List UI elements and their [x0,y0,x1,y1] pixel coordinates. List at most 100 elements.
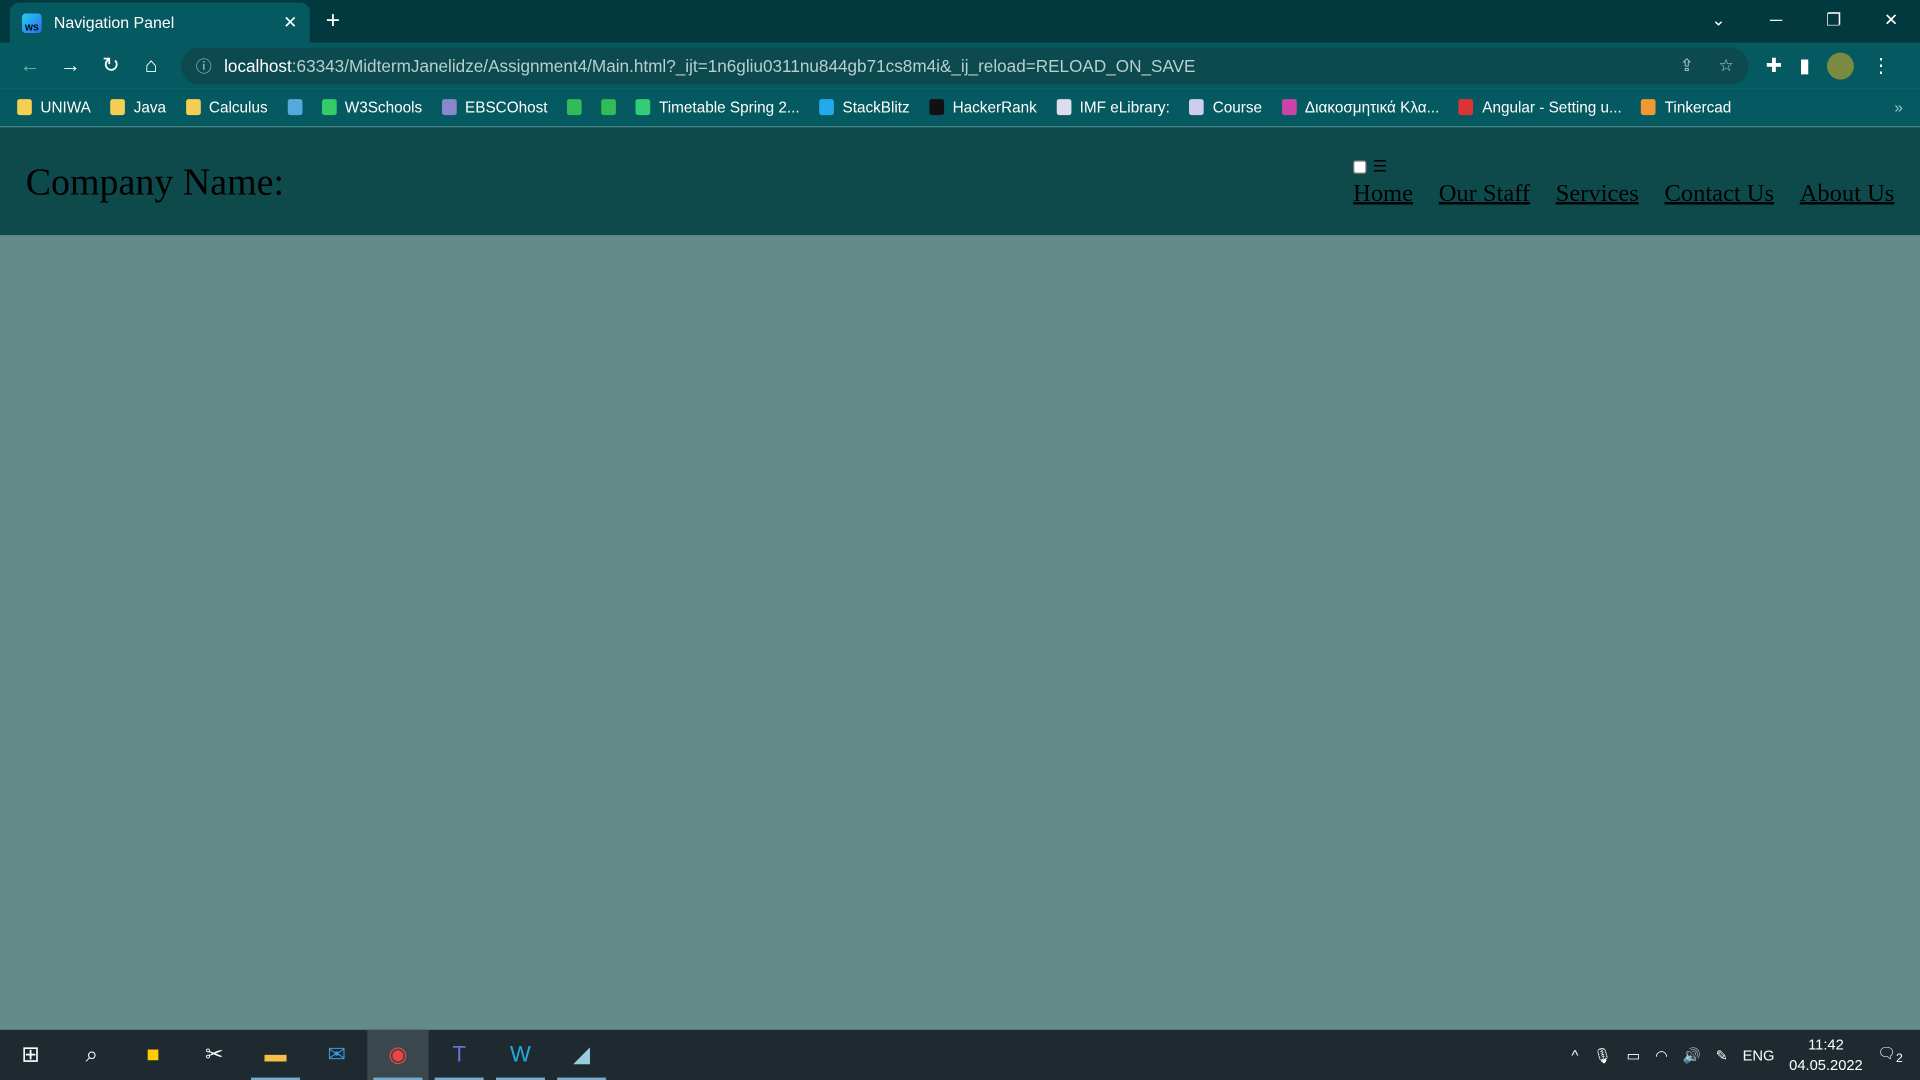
bookmark-item[interactable] [567,99,582,116]
bookmark-item[interactable]: Java [110,99,166,116]
app-icon[interactable]: ◢ [551,1030,612,1080]
time: 11:42 [1808,1035,1844,1053]
close-window-button[interactable]: ✕ [1862,9,1920,30]
date: 04.05.2022 [1789,1056,1863,1074]
language[interactable]: ENG [1743,1046,1775,1063]
new-tab-button[interactable]: + [326,7,340,35]
sticky-notes-icon[interactable]: ■ [122,1030,183,1080]
mail-icon[interactable]: ✉ [306,1030,367,1080]
share-icon[interactable]: ⇪ [1680,55,1694,76]
bookmark-star-icon[interactable]: ☆ [1719,55,1734,76]
main-nav: ☰ Home Our Staff Services Contact Us Abo… [1353,157,1895,208]
bookmark-item[interactable]: Διακοσμητικά Κλα... [1281,98,1440,116]
bookmark-item[interactable]: IMF eLibrary: [1056,98,1170,116]
bookmark-icon [819,99,834,116]
company-name: Company Name: [25,160,285,204]
tab-search-icon[interactable]: ⌄ [1690,9,1748,30]
webstorm-taskbar-icon[interactable]: W [490,1030,551,1080]
bookmark-icon [1281,99,1297,116]
bookmark-item[interactable] [601,99,617,116]
bookmark-item[interactable]: Calculus [185,98,268,116]
notifications-icon[interactable]: 🗨2 [1877,1044,1902,1065]
battery-icon[interactable]: ▭ [1626,1046,1640,1063]
bookmark-label: Course [1212,98,1263,116]
tray-chevron-icon[interactable]: ^ [1572,1046,1579,1063]
search-icon[interactable]: ⌕ [61,1030,122,1080]
bookmark-icon [441,99,457,116]
browser-toolbar: ← → ↻ ⌂ ⓘ localhost:63343/MidtermJanelid… [0,42,1920,89]
nav-contact-us[interactable]: Contact Us [1664,180,1774,208]
bookmark-label: UNIWA [40,98,91,116]
restore-button[interactable]: ❐ [1805,9,1863,30]
bookmark-icon [929,99,945,116]
bookmarks-bar: UNIWA Java Calculus W3Schools EBSCOhost Timet… [0,88,1920,128]
bookmark-item[interactable]: Timetable Spring 2... [635,98,800,116]
wifi-icon[interactable]: ◠ [1655,1046,1668,1063]
site-header: Company Name: ☰ Home Our Staff Services … [0,127,1920,236]
bookmark-label: Angular - Setting u... [1482,98,1622,116]
bookmark-label: Timetable Spring 2... [658,98,800,116]
bookmark-label: Διακοσμητικά Κλα... [1304,98,1440,116]
minimize-button[interactable]: ─ [1747,10,1805,30]
bookmark-label: W3Schools [344,98,423,116]
bookmark-icon [1189,99,1205,116]
taskbar: ⊞ ⌕ ■ ✂ ▬ ✉ ◉ T W ◢ ^ 🎙 ▭ ◠ 🔊 ✎ ENG 11:4… [0,1029,1920,1080]
side-panel-icon[interactable]: ▮ [1799,53,1810,77]
nav-home[interactable]: Home [1353,180,1413,208]
clock[interactable]: 11:42 04.05.2022 [1789,1034,1863,1076]
bookmark-label: Tinkercad [1664,98,1732,116]
bookmark-item[interactable]: Angular - Setting u... [1458,98,1622,116]
tab-title: Navigation Panel [53,13,175,32]
url-host: localhost [224,55,292,76]
bookmark-icon [601,99,617,116]
back-icon[interactable]: ← [10,53,50,77]
nav-about-us[interactable]: About Us [1800,180,1895,208]
address-bar[interactable]: ⓘ localhost:63343/MidtermJanelidze/Assig… [181,47,1749,84]
bookmark-item[interactable]: Course [1189,99,1262,116]
bookmark-icon [17,99,32,116]
forward-icon[interactable]: → [50,53,90,77]
bookmark-label: Java [133,98,167,116]
bookmark-label: HackerRank [952,98,1037,116]
profile-avatar[interactable] [1827,52,1855,79]
close-tab-icon[interactable]: ✕ [283,12,297,33]
pen-icon[interactable]: ✎ [1716,1046,1728,1063]
extensions-icon[interactable]: ✚ [1766,53,1782,77]
chrome-icon[interactable]: ◉ [367,1029,429,1080]
nav-services[interactable]: Services [1556,180,1639,208]
bookmark-item[interactable] [287,99,302,116]
file-explorer-icon[interactable]: ▬ [245,1030,306,1080]
tab-navigation-panel[interactable]: WS Navigation Panel ✕ [9,2,310,43]
bookmark-icon [567,99,582,116]
bookmark-label: IMF eLibrary: [1079,98,1170,116]
bookmark-item[interactable]: StackBlitz [819,98,910,116]
bookmark-icon [185,99,201,116]
home-icon[interactable]: ⌂ [131,53,171,77]
bookmark-icon [1458,99,1474,116]
bookmark-item[interactable]: UNIWA [17,99,91,116]
notification-count: 2 [1896,1052,1903,1066]
hamburger-icon[interactable]: ☰ [1373,157,1387,177]
bookmark-icon [321,99,337,116]
bookmark-icon [110,99,126,116]
bookmark-item[interactable]: EBSCOhost [441,98,548,116]
nav-our-staff[interactable]: Our Staff [1439,180,1530,208]
webstorm-icon: WS [22,12,42,32]
menu-toggle-checkbox[interactable] [1353,159,1367,174]
snip-icon[interactable]: ✂ [184,1030,245,1080]
teams-icon[interactable]: T [429,1030,490,1080]
page-body [0,235,1920,1029]
reload-icon[interactable]: ↻ [91,53,131,77]
menu-kebab-icon[interactable]: ⋮ [1871,53,1891,77]
bookmark-label: EBSCOhost [465,98,548,116]
bookmark-item[interactable]: W3Schools [321,99,422,116]
bookmark-item[interactable]: HackerRank [929,98,1037,116]
bookmark-label: StackBlitz [842,98,910,116]
bookmark-label: Calculus [208,98,268,116]
microphone-icon[interactable]: 🎙 [1593,1046,1612,1063]
start-icon[interactable]: ⊞ [0,1030,61,1080]
bookmark-item[interactable]: Tinkercad [1641,99,1731,116]
more-bookmarks-icon[interactable]: » [1894,99,1903,116]
volume-icon[interactable]: 🔊 [1683,1046,1701,1063]
tab-strip: WS Navigation Panel ✕ + ⌄ ─ ❐ ✕ [0,0,1920,43]
